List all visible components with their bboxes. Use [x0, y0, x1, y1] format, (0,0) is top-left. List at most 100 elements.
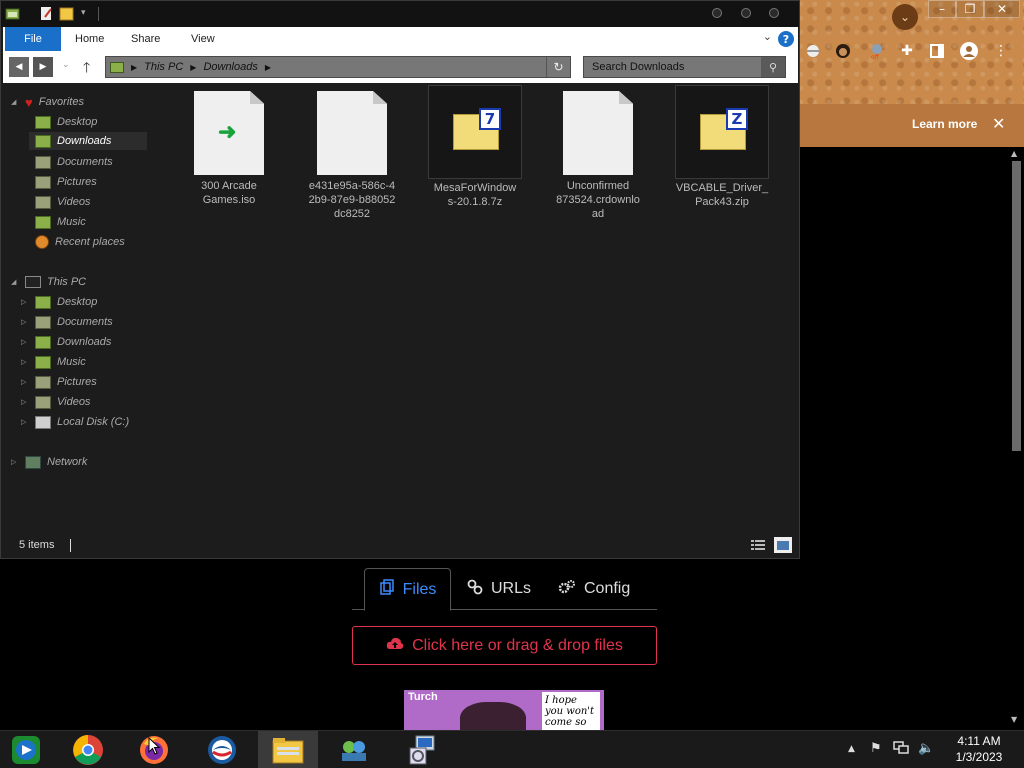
file-explorer-taskbar-button[interactable] — [258, 731, 318, 768]
collapsed-arrow-icon[interactable]: ▷ — [11, 458, 16, 466]
files-icon — [379, 579, 395, 600]
ribbon-tab-file[interactable]: File — [5, 27, 61, 51]
profile-extension-icon[interactable] — [832, 40, 854, 62]
collapsed-arrow-icon[interactable]: ▷ — [21, 298, 26, 306]
nav-this-pc[interactable]: ◢ This PC — [11, 273, 86, 291]
nav-fav-desktop[interactable]: Desktop — [35, 113, 97, 131]
explorer-maximize-button[interactable] — [741, 8, 751, 18]
details-view-icon[interactable] — [749, 537, 767, 553]
adblock-off-icon[interactable]: off — [866, 40, 888, 62]
system-clock[interactable]: 4:11 AM 1/3/2023 — [944, 733, 1014, 765]
tab-config[interactable]: Config — [558, 568, 630, 610]
forward-button[interactable]: ▶ — [33, 57, 53, 77]
scroll-up-arrow-icon[interactable]: ▲ — [1011, 149, 1017, 158]
expand-arrow-icon[interactable]: ◢ — [11, 278, 16, 286]
customize-toolbar-chevron-icon[interactable]: ▾ — [81, 8, 96, 23]
new-folder-icon[interactable] — [59, 6, 74, 21]
file-item[interactable]: Z VBCABLE_Driver_ Pack43.zip — [674, 85, 770, 209]
browser-info-banner — [798, 104, 1024, 147]
file-item[interactable]: e431e95a-586c-4 2b9-87e9-b88052 dc8252 — [304, 91, 400, 221]
minimize-button[interactable]: – — [928, 0, 956, 18]
account-avatar-icon[interactable] — [958, 40, 980, 62]
explorer-close-button[interactable] — [769, 8, 779, 18]
explorer-app-icon — [5, 6, 20, 21]
help-icon[interactable]: ? — [778, 31, 794, 47]
upload-button-label: Click here or drag & drop files — [412, 636, 623, 654]
nav-fav-music[interactable]: Music — [35, 213, 86, 231]
volume-icon[interactable]: 🔈 — [918, 741, 934, 756]
collapsed-arrow-icon[interactable]: ▷ — [21, 358, 26, 366]
file-item[interactable]: 7 MesaForWindow s-20.1.8.7z — [427, 85, 523, 209]
file-item[interactable]: Unconfirmed 873524.crdownlo ad — [550, 91, 646, 221]
search-icon[interactable]: ⚲ — [761, 57, 785, 77]
nav-pc-pictures[interactable]: ▷ Pictures — [21, 373, 97, 391]
up-arrow-icon[interactable]: 🡑 — [83, 57, 90, 81]
archive-badge: 7 — [479, 108, 501, 130]
large-icons-view-icon[interactable] — [774, 537, 792, 553]
start-button[interactable] — [8, 733, 44, 767]
extension-icon[interactable] — [802, 40, 824, 62]
network-app-taskbar-button[interactable] — [324, 731, 384, 768]
explorer-title-bar[interactable]: ▾ — [1, 1, 799, 27]
installer-taskbar-button[interactable] — [392, 731, 452, 768]
breadcrumb-downloads[interactable]: Downloads — [203, 61, 257, 73]
nav-pc-local-disk[interactable]: ▷ Local Disk (C:) — [21, 413, 129, 431]
scrollbar-thumb[interactable] — [1012, 161, 1021, 451]
recent-locations-chevron-icon[interactable]: ⌄ — [62, 60, 70, 70]
nav-network[interactable]: ▷ Network — [11, 453, 87, 471]
back-button[interactable]: ◀ — [9, 57, 29, 77]
videos-folder-icon — [35, 195, 51, 209]
nav-pc-music[interactable]: ▷ Music — [21, 353, 86, 371]
upload-dropzone-button[interactable]: Click here or drag & drop files — [352, 626, 657, 665]
network-status-icon[interactable] — [893, 741, 909, 759]
explorer-navigation-bar: ◀ ▶ ⌄ 🡑 ▶ This PC ▶ Downloads ▶ ↻ Search… — [3, 51, 798, 83]
nav-fav-videos[interactable]: Videos — [35, 193, 90, 211]
collapsed-arrow-icon[interactable]: ▷ — [21, 318, 26, 326]
restore-button[interactable]: ❐ — [956, 0, 984, 18]
browser-toolbar-icons: off ✚ ⋮ — [802, 40, 1022, 66]
nav-pc-downloads[interactable]: ▷ Downloads — [21, 333, 111, 351]
show-hidden-icons-chevron-icon[interactable]: ▲ — [848, 744, 855, 754]
collapsed-arrow-icon[interactable]: ▷ — [21, 378, 26, 386]
nav-pc-desktop[interactable]: ▷ Desktop — [21, 293, 97, 311]
tab-search-chevron-icon[interactable]: ⌄ — [892, 4, 918, 30]
properties-icon[interactable] — [39, 6, 54, 21]
nav-label: Documents — [57, 156, 113, 168]
refresh-icon[interactable]: ↻ — [546, 57, 570, 77]
explorer-minimize-button[interactable] — [712, 8, 722, 18]
nav-favorites[interactable]: ◢ ♥ Favorites — [11, 93, 84, 111]
close-window-button[interactable]: ✕ — [984, 0, 1020, 18]
collapsed-arrow-icon[interactable]: ▷ — [21, 338, 26, 346]
tab-files[interactable]: Files — [364, 568, 451, 611]
ribbon-tab-view[interactable]: View — [191, 27, 215, 51]
page-scrollbar[interactable]: ▲ ▼ — [1009, 147, 1024, 730]
nav-fav-recent-places[interactable]: Recent places — [35, 233, 125, 251]
opera-taskbar-button[interactable] — [192, 731, 252, 768]
nav-fav-documents[interactable]: Documents — [35, 153, 113, 171]
expand-arrow-icon[interactable]: ◢ — [11, 98, 16, 106]
puzzle-extensions-icon[interactable]: ✚ — [896, 40, 918, 62]
chrome-taskbar-button[interactable] — [58, 731, 118, 768]
upload-mode-tabs: Files URLs Config — [352, 568, 657, 611]
browser-menu-icon[interactable]: ⋮ — [990, 40, 1012, 62]
search-input[interactable]: Search Downloads ⚲ — [583, 56, 786, 78]
collapsed-arrow-icon[interactable]: ▷ — [21, 418, 26, 426]
action-center-flag-icon[interactable]: ⚑ — [870, 741, 882, 756]
scroll-down-arrow-icon[interactable]: ▼ — [1011, 715, 1017, 724]
nav-pc-documents[interactable]: ▷ Documents — [21, 313, 113, 331]
side-panel-icon[interactable] — [926, 40, 948, 62]
banner-close-icon[interactable]: ✕ — [992, 114, 1005, 133]
nav-pc-videos[interactable]: ▷ Videos — [21, 393, 90, 411]
ribbon-tab-home[interactable]: Home — [75, 27, 104, 51]
ribbon-expand-chevron-icon[interactable]: ⌄ — [763, 30, 772, 43]
file-item[interactable]: ➜ 300 Arcade Games.iso — [181, 91, 277, 207]
collapsed-arrow-icon[interactable]: ▷ — [21, 398, 26, 406]
nav-fav-downloads[interactable]: Downloads — [29, 132, 147, 150]
address-bar[interactable]: ▶ This PC ▶ Downloads ▶ ↻ — [105, 56, 571, 78]
file-name-line: ad — [591, 208, 605, 220]
tab-urls[interactable]: URLs — [467, 568, 531, 610]
breadcrumb-this-pc[interactable]: This PC — [144, 61, 183, 73]
ribbon-tab-share[interactable]: Share — [131, 27, 160, 51]
learn-more-link[interactable]: Learn more — [912, 117, 977, 131]
nav-fav-pictures[interactable]: Pictures — [35, 173, 97, 191]
